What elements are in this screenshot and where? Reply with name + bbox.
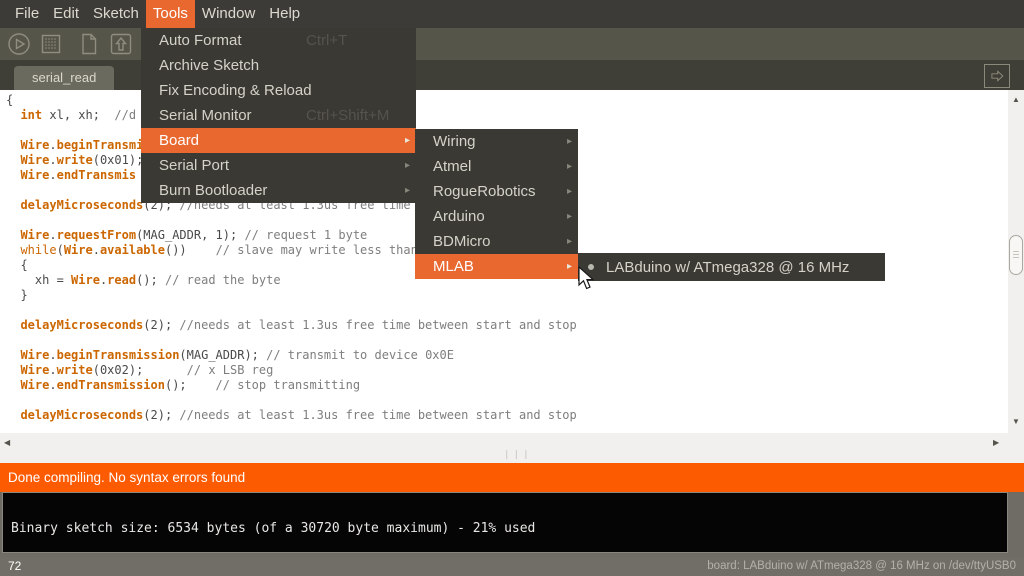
toolbar-stop-button[interactable] xyxy=(38,31,64,57)
selected-bullet-icon xyxy=(588,264,594,270)
status-bar: Done compiling. No syntax errors found xyxy=(0,463,1024,492)
tools-menu: Auto Format Ctrl+T Archive Sketch Fix Encod… xyxy=(141,28,416,203)
code-line xyxy=(6,303,1008,318)
console-area: Binary sketch size: 6534 bytes (of a 307… xyxy=(0,492,1024,557)
scroll-up-arrow-icon[interactable]: ▲ xyxy=(1008,95,1024,105)
mlab-menu-item-labduino-w-atmega328-16-mhz[interactable]: LABduino w/ ATmega328 @ 16 MHz xyxy=(578,253,885,281)
splitter-grip-icon[interactable]: ❘❘❘ xyxy=(503,449,532,460)
menu-item-label: Arduino xyxy=(433,208,485,225)
console-output[interactable]: Binary sketch size: 6534 bytes (of a 307… xyxy=(2,492,1008,553)
code-line: delayMicroseconds(2); //needs at least 1… xyxy=(6,318,1008,333)
menu-item-label: Serial Monitor xyxy=(159,107,252,124)
menu-item-label: Serial Port xyxy=(159,157,229,174)
menu-item-label: LABduino w/ ATmega328 @ 16 MHz xyxy=(606,259,849,276)
verify-icon xyxy=(6,31,32,57)
tools-menu-item-board[interactable]: Board ▸ xyxy=(141,128,416,153)
menu-item-label: BDMicro xyxy=(433,233,491,250)
menu-item-label: Atmel xyxy=(433,158,471,175)
menu-item-label: Auto Format xyxy=(159,32,242,49)
scroll-right-arrow-icon[interactable]: ▶ xyxy=(993,437,999,449)
board-menu-item-atmel[interactable]: Atmel ▸ xyxy=(415,154,578,179)
tools-menu-item-auto-format[interactable]: Auto Format Ctrl+T xyxy=(141,28,416,53)
scroll-down-arrow-icon[interactable]: ▼ xyxy=(1008,417,1024,427)
editor-horizontal-scrollbar[interactable]: ◀ ▶ ❘❘❘ xyxy=(0,433,1024,463)
menubar-item-help[interactable]: Help xyxy=(262,0,307,28)
code-line: Wire.endTransmission(); // stop transmit… xyxy=(6,378,1008,393)
submenu-arrow-icon: ▸ xyxy=(567,136,572,147)
tools-menu-item-serial-port[interactable]: Serial Port ▸ xyxy=(141,153,416,178)
code-line xyxy=(6,393,1008,408)
code-line: Wire.write(0x02); // x LSB reg xyxy=(6,363,1008,378)
arrow-right-icon xyxy=(988,68,1006,84)
submenu-arrow-icon: ▸ xyxy=(567,236,572,247)
tools-menu-item-burn-bootloader[interactable]: Burn Bootloader ▸ xyxy=(141,178,416,203)
board-menu-item-roguerobotics[interactable]: RogueRobotics ▸ xyxy=(415,179,578,204)
menu-item-label: Wiring xyxy=(433,133,476,150)
menu-item-label: Board xyxy=(159,132,199,149)
tab-serial-read[interactable]: serial_read xyxy=(14,66,114,90)
toolbar-open-button[interactable] xyxy=(108,31,134,57)
menubar-item-tools[interactable]: Tools xyxy=(146,0,195,28)
menu-item-shortcut: Ctrl+T xyxy=(306,32,347,49)
open-icon xyxy=(108,31,134,57)
menubar: FileEditSketchToolsWindowHelp xyxy=(0,0,1024,28)
submenu-arrow-icon: ▸ xyxy=(567,186,572,197)
menu-item-label: Archive Sketch xyxy=(159,57,259,74)
menu-item-shortcut: Ctrl+Shift+M xyxy=(306,107,389,124)
board-menu-item-bdmicro[interactable]: BDMicro ▸ xyxy=(415,229,578,254)
board-menu-item-mlab[interactable]: MLAB ▸ xyxy=(415,254,578,279)
status-message: Done compiling. No syntax errors found xyxy=(8,470,245,485)
tools-menu-item-serial-monitor[interactable]: Serial Monitor Ctrl+Shift+M xyxy=(141,103,416,128)
stop-icon xyxy=(38,31,64,57)
tools-menu-item-archive-sketch[interactable]: Archive Sketch xyxy=(141,53,416,78)
submenu-arrow-icon: ▸ xyxy=(567,161,572,172)
menu-item-label: RogueRobotics xyxy=(433,183,536,200)
toolbar-verify-button[interactable] xyxy=(6,31,32,57)
tab-menu-button[interactable] xyxy=(984,64,1010,88)
menubar-item-sketch[interactable]: Sketch xyxy=(86,0,146,28)
menu-item-label: Burn Bootloader xyxy=(159,182,267,199)
vertical-scrollbar-thumb[interactable] xyxy=(1009,235,1023,275)
footer-status-strip: 72 board: LABduino w/ ATmega328 @ 16 MHz… xyxy=(0,557,1024,576)
menu-item-label: Fix Encoding & Reload xyxy=(159,82,312,99)
line-number-indicator: 72 xyxy=(8,559,21,573)
submenu-arrow-icon: ▸ xyxy=(405,135,410,146)
submenu-arrow-icon: ▸ xyxy=(405,160,410,171)
code-line: delayMicroseconds(2); //needs at least 1… xyxy=(6,408,1008,423)
code-line xyxy=(6,333,1008,348)
code-line: Wire.beginTransmission(MAG_ADDR); // tra… xyxy=(6,348,1008,363)
board-menu-item-wiring[interactable]: Wiring ▸ xyxy=(415,129,578,154)
menubar-item-window[interactable]: Window xyxy=(195,0,262,28)
menu-item-label: MLAB xyxy=(433,258,474,275)
submenu-arrow-icon: ▸ xyxy=(567,261,572,272)
toolbar-new-button[interactable] xyxy=(76,31,102,57)
tools-menu-item-fix-encoding-reload[interactable]: Fix Encoding & Reload xyxy=(141,78,416,103)
editor-vertical-scrollbar[interactable]: ▲ ▼ xyxy=(1008,90,1024,433)
code-line: } xyxy=(6,288,1008,303)
mlab-submenu: LABduino w/ ATmega328 @ 16 MHz xyxy=(578,253,885,281)
console-line: Binary sketch size: 6534 bytes (of a 307… xyxy=(11,521,535,536)
submenu-arrow-icon: ▸ xyxy=(405,185,410,196)
board-info: board: LABduino w/ ATmega328 @ 16 MHz on… xyxy=(707,560,1016,572)
board-menu-item-arduino[interactable]: Arduino ▸ xyxy=(415,204,578,229)
submenu-arrow-icon: ▸ xyxy=(567,211,572,222)
new-icon xyxy=(76,31,102,57)
arduino-ide-window: { "colors": { "menu_highlight": "#e8682f… xyxy=(0,0,1024,576)
board-submenu: Wiring▸Atmel▸RogueRobotics▸Arduino▸BDMic… xyxy=(415,129,578,279)
menubar-item-file[interactable]: File xyxy=(8,0,46,28)
menubar-item-edit[interactable]: Edit xyxy=(46,0,86,28)
scroll-left-arrow-icon[interactable]: ◀ xyxy=(4,437,10,449)
